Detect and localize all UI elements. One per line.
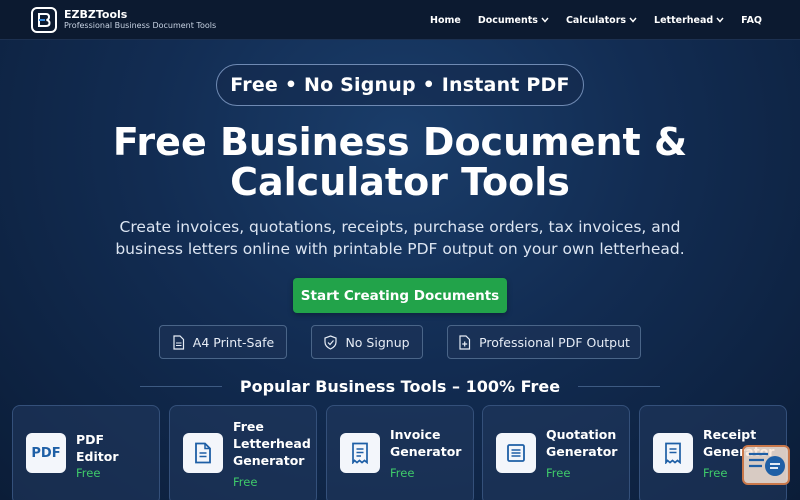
invoice-icon bbox=[340, 433, 380, 473]
brand-logo-icon[interactable] bbox=[31, 7, 57, 33]
card-title: Invoice Generator bbox=[390, 426, 461, 460]
hero-title-line-2: Calculator Tools bbox=[230, 160, 570, 204]
nav-calculators[interactable]: Calculators bbox=[566, 15, 637, 26]
free-badge: Free bbox=[233, 475, 258, 489]
card-title: PDF Editor bbox=[76, 431, 119, 465]
hero-title: Free Business Document & Calculator Tool… bbox=[0, 122, 800, 202]
section-title: Popular Business Tools – 100% Free bbox=[239, 377, 561, 396]
hero-subtitle-line-1: Create invoices, quotations, receipts, p… bbox=[119, 218, 681, 236]
card-title-line: Letterhead bbox=[233, 436, 311, 451]
file-plus-icon bbox=[459, 334, 471, 350]
hero-title-line-1: Free Business Document & bbox=[112, 120, 688, 164]
card-title-line: Editor bbox=[76, 449, 119, 464]
nav-home-label: Home bbox=[430, 14, 461, 26]
card-title-line: Generator bbox=[233, 453, 305, 468]
card-title: Free Letterhead Generator bbox=[233, 418, 311, 469]
card-title-line: Generator bbox=[546, 444, 618, 459]
document-icon bbox=[183, 433, 223, 473]
card-title-line: Receipt bbox=[703, 427, 757, 442]
nav-letterhead-label: Letterhead bbox=[654, 14, 714, 26]
hero-pill-badge: Free • No Signup • Instant PDF bbox=[216, 64, 584, 106]
receipt-icon bbox=[653, 433, 693, 473]
card-title-line: Generator bbox=[390, 444, 462, 459]
chevron-down-icon bbox=[541, 17, 549, 23]
chat-list-icon bbox=[749, 452, 785, 476]
tool-card-invoice-generator[interactable]: Invoice Generator Free bbox=[326, 405, 474, 500]
nav-home[interactable]: Home bbox=[430, 15, 461, 26]
feature-label: A4 Print-Safe bbox=[192, 334, 275, 350]
free-badge: Free bbox=[390, 466, 415, 480]
pdf-icon: PDF bbox=[26, 433, 66, 473]
card-title: Quotation Generator bbox=[546, 426, 617, 460]
pdf-icon-text: PDF bbox=[31, 445, 61, 461]
card-title-line: PDF bbox=[76, 432, 105, 447]
card-title-line: Quotation bbox=[546, 427, 617, 442]
card-title-line: Invoice bbox=[390, 427, 441, 442]
nav-letterhead[interactable]: Letterhead bbox=[654, 15, 724, 26]
free-badge: Free bbox=[546, 466, 571, 480]
brand-name: EZBZTools bbox=[64, 8, 128, 21]
feature-no-signup: No Signup bbox=[311, 325, 423, 359]
floating-feedback-widget[interactable] bbox=[742, 445, 790, 485]
nav-faq-label: FAQ bbox=[741, 14, 762, 26]
nav-documents[interactable]: Documents bbox=[478, 15, 549, 26]
nav-calculators-label: Calculators bbox=[565, 14, 627, 26]
tool-card-quotation-generator[interactable]: Quotation Generator Free bbox=[482, 405, 630, 500]
feature-label: Professional PDF Output bbox=[479, 334, 630, 350]
top-navbar: EZBZTools Professional Business Document… bbox=[0, 0, 800, 40]
feature-a4-print-safe: A4 Print-Safe bbox=[159, 325, 287, 359]
free-badge: Free bbox=[76, 466, 101, 480]
tool-card-letterhead-generator[interactable]: Free Letterhead Generator Free bbox=[169, 405, 317, 500]
hero-subtitle: Create invoices, quotations, receipts, p… bbox=[0, 216, 800, 260]
start-creating-button[interactable]: Start Creating Documents bbox=[293, 278, 507, 313]
document-icon bbox=[173, 334, 184, 350]
chevron-down-icon bbox=[716, 17, 724, 23]
chevron-down-icon bbox=[629, 17, 637, 23]
brand-tagline: Professional Business Document Tools bbox=[64, 21, 217, 30]
feature-label: No Signup bbox=[345, 334, 410, 350]
main-nav: Home Documents Calculators Letterhead FA… bbox=[413, 0, 762, 40]
hero-subtitle-line-2: business letters online with printable P… bbox=[115, 240, 685, 258]
free-badge: Free bbox=[703, 466, 728, 480]
tool-card-pdf-editor[interactable]: PDF PDF Editor Free bbox=[12, 405, 160, 500]
nav-faq[interactable]: FAQ bbox=[741, 15, 762, 26]
feature-professional-pdf: Professional PDF Output bbox=[447, 325, 641, 359]
shield-check-icon bbox=[324, 334, 338, 350]
brand[interactable]: EZBZTools Professional Business Document… bbox=[64, 8, 216, 31]
nav-documents-label: Documents bbox=[477, 14, 538, 26]
quotation-icon bbox=[496, 433, 536, 473]
card-title-line: Free bbox=[233, 419, 264, 434]
